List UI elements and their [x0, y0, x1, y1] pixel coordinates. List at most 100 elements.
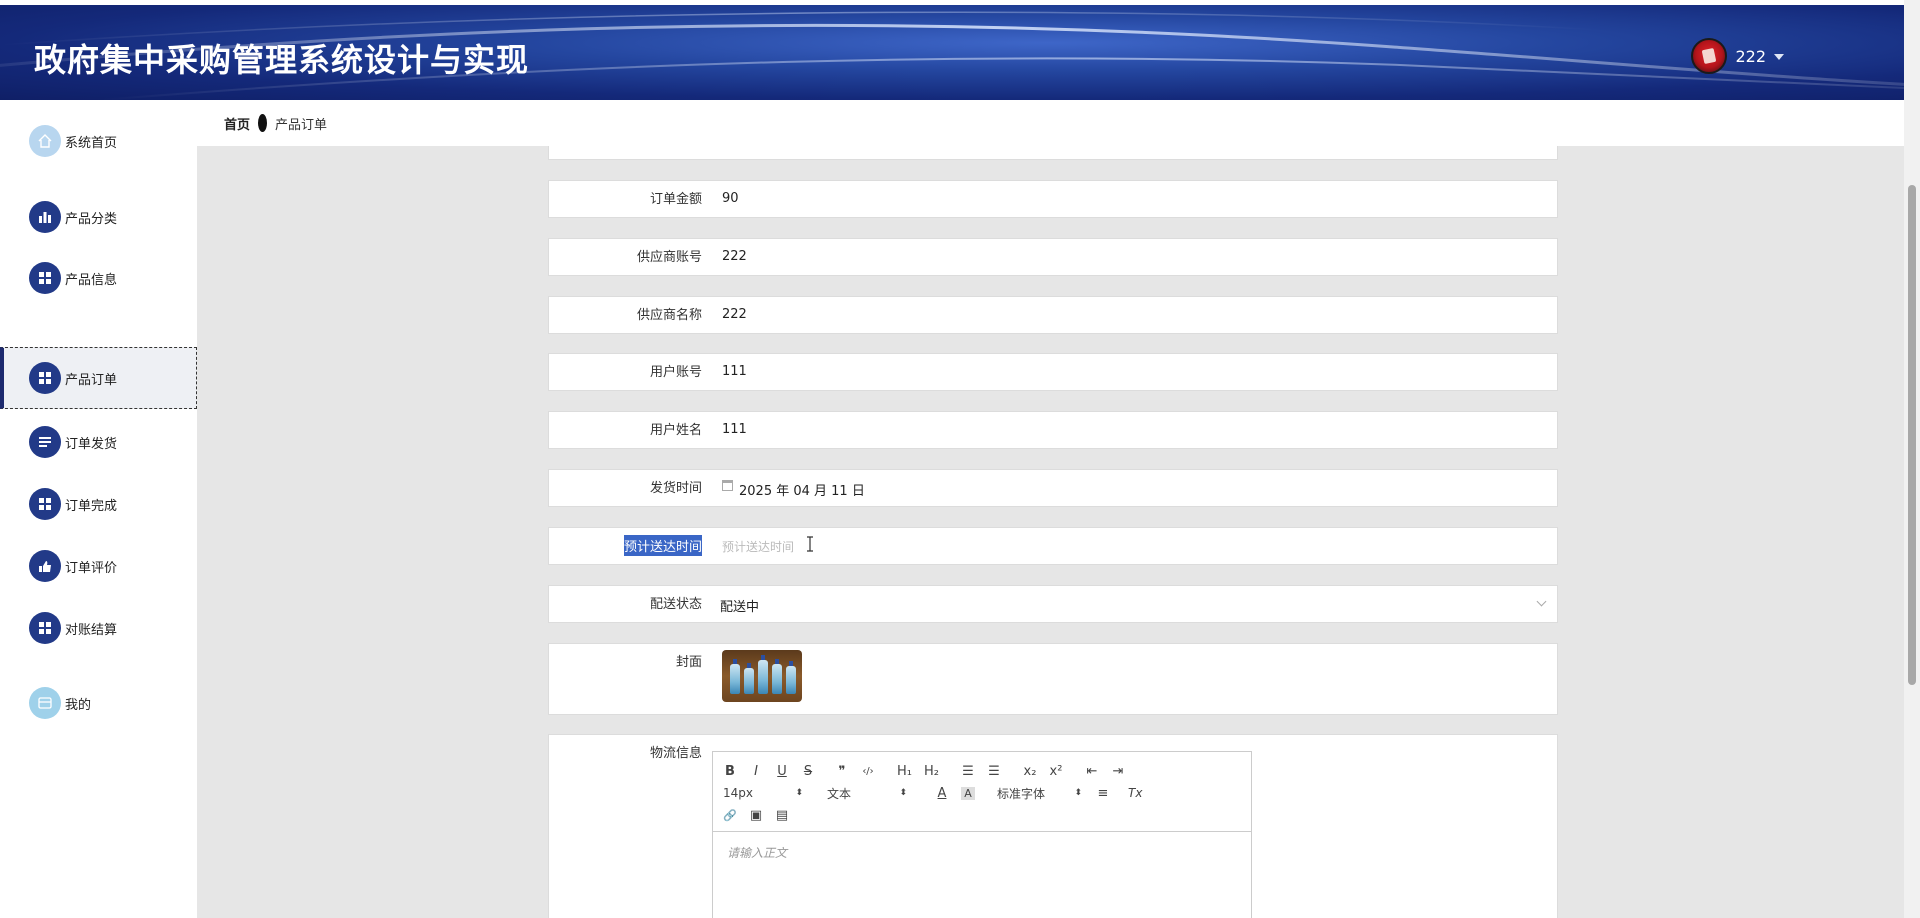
order-amount-label: 订单金额	[649, 192, 702, 207]
sidebar-item-product-order[interactable]: 产品订单	[0, 347, 197, 409]
sidebar-item-home[interactable]: 系统首页	[0, 110, 197, 172]
chevron-down-icon[interactable]	[1536, 596, 1547, 607]
image-icon[interactable]: ▣	[749, 808, 763, 823]
editor-toolbar: B I U S ❞ ‹/› H₁ H₂ ☰ ☰ x₂ x² ⇤ ⇥ 14px ⬍…	[713, 752, 1251, 832]
sidebar-item-reconciliation[interactable]: 对账结算	[0, 597, 197, 659]
form-row-delivery-status: 配送状态 配送中	[548, 585, 1558, 623]
sidebar-item-order-complete[interactable]: 订单完成	[0, 473, 197, 535]
sidebar-item-label: 系统首页	[65, 135, 118, 151]
breadcrumb: 首页 产品订单	[197, 100, 1904, 146]
text-type-value: 文本	[827, 786, 852, 801]
h2-button[interactable]: H₂	[924, 764, 939, 779]
user-menu[interactable]: 222	[1691, 38, 1784, 74]
sidebar-item-order-shipping[interactable]: 订单发货	[0, 411, 197, 473]
app-header: 政府集中采购管理系统设计与实现 222	[0, 5, 1904, 100]
form-row-supplier-account: 供应商账号 222	[548, 238, 1558, 276]
text-type-select[interactable]: 文本 ⬍	[827, 785, 907, 802]
home-icon	[29, 125, 61, 157]
sidebar: 系统首页 产品分类 产品信息 产品订单 订单发货 订单完成 订单评价 对账结算 …	[0, 100, 197, 918]
eta-label: 预计送达时间	[623, 535, 702, 556]
username[interactable]: 222	[1735, 47, 1766, 66]
supplier-account-field[interactable]: 222	[722, 249, 747, 264]
link-icon[interactable]: 🔗	[723, 809, 737, 822]
form-row-partial	[548, 146, 1558, 160]
ship-time-field[interactable]: 2025 年 04 月 11 日	[739, 480, 865, 499]
superscript-button[interactable]: x²	[1049, 764, 1063, 779]
italic-button[interactable]: I	[749, 764, 763, 779]
thumb-icon	[29, 550, 61, 582]
eta-field[interactable]: 预计送达时间	[722, 538, 794, 555]
user-name-field[interactable]: 111	[722, 422, 747, 437]
sidebar-item-product-category[interactable]: 产品分类	[0, 186, 197, 248]
form-row-eta: 预计送达时间 预计送达时间	[548, 527, 1558, 565]
background-color-button[interactable]: A	[961, 786, 975, 800]
ordered-list-icon[interactable]: ☰	[961, 764, 975, 779]
sidebar-item-order-review[interactable]: 订单评价	[0, 535, 197, 597]
grid-icon	[29, 362, 61, 394]
editor-content[interactable]: 请输入正文	[713, 832, 1251, 873]
quote-icon[interactable]: ❞	[835, 764, 849, 779]
font-size-select[interactable]: 14px ⬍	[723, 786, 803, 800]
main-content: 订单金额 90 供应商账号 222 供应商名称 222 用户账号 111 用户姓…	[197, 146, 1904, 918]
sidebar-item-label: 产品信息	[65, 272, 118, 288]
h1-button[interactable]: H₁	[897, 764, 912, 779]
sidebar-item-label: 产品分类	[65, 211, 118, 227]
user-name-label: 用户姓名	[649, 423, 702, 438]
form-row-supplier-name: 供应商名称 222	[548, 296, 1558, 334]
indent-icon[interactable]: ⇥	[1111, 764, 1125, 779]
delivery-status-select[interactable]: 配送中	[720, 596, 759, 615]
form-row-logistics: 物流信息 B I U S ❞ ‹/› H₁ H₂ ☰ ☰ x₂ x² ⇤ ⇥ 1…	[548, 734, 1558, 918]
form-row-user-account: 用户账号 111	[548, 353, 1558, 391]
profile-icon	[29, 687, 61, 719]
delivery-status-label: 配送状态	[649, 597, 702, 612]
app-title: 政府集中采购管理系统设计与实现	[34, 41, 530, 79]
user-account-field[interactable]: 111	[722, 364, 747, 379]
bullet-list-icon[interactable]: ☰	[987, 764, 1001, 779]
user-account-label: 用户账号	[649, 365, 702, 380]
subscript-button[interactable]: x₂	[1023, 764, 1037, 779]
rich-text-editor: B I U S ❞ ‹/› H₁ H₂ ☰ ☰ x₂ x² ⇤ ⇥ 14px ⬍…	[712, 751, 1252, 918]
list-icon	[29, 426, 61, 458]
font-family-value: 标准字体	[997, 786, 1046, 801]
breadcrumb-current: 产品订单	[275, 117, 328, 133]
cover-label: 封面	[675, 655, 702, 670]
breadcrumb-separator	[258, 114, 268, 132]
logistics-label: 物流信息	[649, 746, 702, 761]
sidebar-item-label: 订单评价	[65, 560, 118, 576]
align-icon[interactable]: ≡	[1096, 786, 1110, 801]
form-row-ship-time: 发货时间 2025 年 04 月 11 日	[548, 469, 1558, 507]
ship-time-label: 发货时间	[649, 481, 702, 496]
supplier-account-label: 供应商账号	[636, 250, 702, 265]
scrollbar-thumb[interactable]	[1908, 185, 1916, 685]
grid-icon	[29, 612, 61, 644]
underline-button[interactable]: U	[775, 764, 789, 779]
breadcrumb-home[interactable]: 首页	[224, 114, 250, 133]
text-cursor-icon	[807, 536, 813, 552]
font-color-button[interactable]: A	[935, 786, 949, 801]
font-family-select[interactable]: 标准字体 ⬍	[997, 785, 1082, 802]
supplier-name-label: 供应商名称	[636, 308, 702, 323]
video-icon[interactable]: ▤	[775, 808, 789, 823]
grid-icon	[29, 262, 61, 294]
chevron-down-icon[interactable]	[1774, 54, 1784, 60]
sidebar-item-mine[interactable]: 我的	[0, 672, 197, 734]
strike-button[interactable]: S	[801, 764, 815, 779]
sidebar-item-label: 订单完成	[65, 498, 118, 514]
avatar[interactable]	[1691, 38, 1728, 74]
sidebar-item-label: 我的	[65, 697, 92, 713]
sidebar-item-label: 产品订单	[65, 372, 118, 388]
form-row-order-amount: 订单金额 90	[548, 180, 1558, 218]
form-row-user-name: 用户姓名 111	[548, 411, 1558, 449]
order-amount-field[interactable]: 90	[722, 191, 739, 206]
grid-icon	[29, 488, 61, 520]
code-icon[interactable]: ‹/›	[861, 766, 875, 777]
bold-button[interactable]: B	[723, 764, 737, 779]
clear-format-icon[interactable]: Tx	[1128, 786, 1142, 800]
outdent-icon[interactable]: ⇤	[1085, 764, 1099, 779]
sidebar-item-product-info[interactable]: 产品信息	[0, 247, 197, 309]
page-scrollbar[interactable]	[1904, 0, 1920, 918]
sidebar-item-label: 订单发货	[65, 436, 118, 452]
calendar-icon[interactable]	[722, 480, 733, 491]
supplier-name-field[interactable]: 222	[722, 307, 747, 322]
cover-image[interactable]	[722, 650, 802, 702]
